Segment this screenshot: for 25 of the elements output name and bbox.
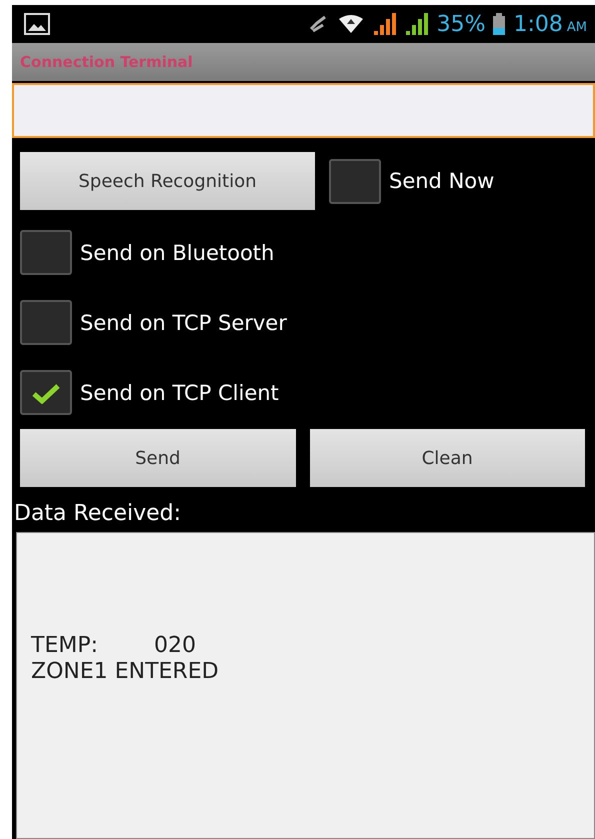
checkbox-label: Send on TCP Server — [80, 310, 287, 334]
checkbox[interactable] — [20, 230, 72, 275]
clock-time: 1:08 — [513, 12, 563, 36]
received-line: TEMP: 020 — [31, 633, 197, 660]
signal-icon — [404, 12, 429, 36]
signal-icon — [372, 12, 397, 36]
image-icon — [24, 13, 50, 35]
checkbox-label: Send on Bluetooth — [80, 240, 274, 264]
action-button[interactable]: Clean — [310, 429, 585, 487]
checkbox-label: Send Now — [389, 169, 494, 193]
battery-percent: 35% — [436, 12, 486, 36]
checkbox-label: Send on TCP Client — [80, 380, 279, 404]
received-line: ZONE1 ENTERED — [31, 659, 220, 686]
checkmark-icon — [31, 382, 61, 404]
battery-icon — [493, 13, 506, 35]
clock-meridiem: AM — [566, 20, 587, 34]
wifi-icon — [336, 13, 365, 35]
checkbox[interactable] — [20, 370, 72, 415]
checkbox[interactable] — [20, 300, 72, 345]
speech-recognition-button[interactable]: Speech Recognition — [20, 152, 315, 210]
section-label: Data Received: — [14, 501, 182, 526]
action-button[interactable]: Send — [20, 429, 296, 487]
message-field[interactable] — [12, 83, 595, 138]
checkbox[interactable] — [329, 158, 381, 204]
app-title: Connection Terminal — [20, 53, 193, 71]
